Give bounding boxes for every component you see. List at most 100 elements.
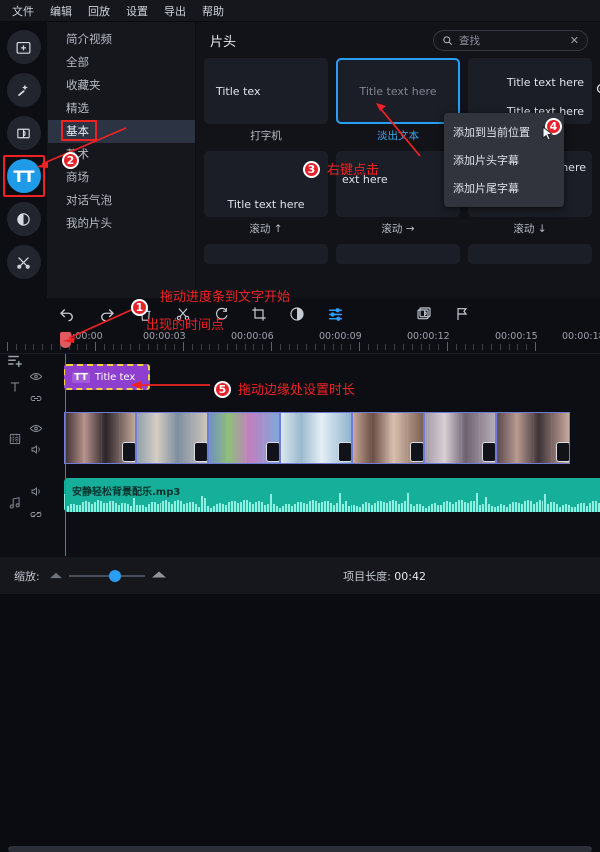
template-card-row3-a[interactable] bbox=[204, 244, 328, 264]
menu-item-edit[interactable]: 编辑 bbox=[50, 3, 72, 19]
video-clip[interactable] bbox=[496, 412, 570, 464]
tools-icon[interactable] bbox=[7, 245, 41, 279]
track-header-text bbox=[0, 366, 58, 407]
speaker-icon[interactable] bbox=[30, 440, 42, 459]
project-duration-label: 项目长度: bbox=[343, 570, 391, 583]
search-icon bbox=[442, 31, 453, 50]
zoom-out-icon[interactable] bbox=[50, 569, 62, 582]
text-track-icon bbox=[0, 380, 30, 394]
category-item-all[interactable]: 全部 bbox=[48, 51, 195, 74]
zoom-track[interactable] bbox=[69, 575, 145, 577]
playhead[interactable] bbox=[65, 354, 66, 556]
category-item-featured[interactable]: 精选 bbox=[48, 97, 195, 120]
context-menu-item-add-opening[interactable]: 添加片头字幕 bbox=[444, 146, 564, 174]
card-preview[interactable] bbox=[204, 244, 328, 264]
unlink-icon[interactable] bbox=[30, 504, 42, 523]
template-card-row3-c[interactable] bbox=[468, 244, 592, 264]
pip-icon[interactable] bbox=[416, 306, 432, 322]
menu-item-playback[interactable]: 回放 bbox=[88, 3, 110, 19]
video-clip[interactable] bbox=[64, 412, 136, 464]
annotation-text-1b: 出现的时间点 bbox=[146, 314, 224, 333]
overlay-icon[interactable] bbox=[7, 202, 41, 236]
transition-marker[interactable] bbox=[338, 442, 352, 462]
card-preview[interactable] bbox=[336, 244, 460, 264]
zoom-label: 缩放: bbox=[14, 568, 40, 584]
zoom-knob[interactable] bbox=[109, 570, 121, 582]
speaker-icon[interactable] bbox=[30, 482, 42, 501]
category-item-bubble[interactable]: 对话气泡 bbox=[48, 189, 195, 212]
eye-icon[interactable] bbox=[30, 366, 42, 385]
annotation-text-3: 右键点击 bbox=[327, 159, 379, 178]
category-item-intro[interactable]: 简介视频 bbox=[48, 28, 195, 51]
menu-item-help[interactable]: 帮助 bbox=[202, 3, 224, 19]
annotation-arrow-3 bbox=[370, 100, 430, 160]
annotation-badge-5: 5 bbox=[214, 381, 231, 398]
card-label: 滚动 ↑ bbox=[204, 221, 328, 236]
transition-marker[interactable] bbox=[122, 442, 136, 462]
annotation-badge-1: 1 bbox=[131, 299, 148, 316]
annotation-badge-2: 2 bbox=[62, 152, 79, 169]
status-bar: 缩放: 项目长度: 00:42 bbox=[0, 556, 600, 594]
template-card-row3-b[interactable] bbox=[336, 244, 460, 264]
card-preview[interactable] bbox=[468, 244, 592, 264]
card-preview[interactable]: Title tex bbox=[204, 58, 328, 124]
music-note-icon bbox=[0, 496, 30, 510]
transition-marker[interactable] bbox=[194, 442, 208, 462]
timeline-scrollbar[interactable] bbox=[8, 846, 592, 852]
mouse-cursor bbox=[542, 126, 554, 146]
eye-icon[interactable] bbox=[30, 418, 42, 437]
menu-item-file[interactable]: 文件 bbox=[12, 3, 34, 19]
card-label: 滚动 ↓ bbox=[468, 221, 592, 236]
track-toggles bbox=[30, 418, 42, 459]
magic-wand-icon[interactable] bbox=[7, 73, 41, 107]
project-duration: 项目长度: 00:42 bbox=[343, 568, 426, 584]
category-item-mine[interactable]: 我的片头 bbox=[48, 212, 195, 235]
video-clip[interactable] bbox=[136, 412, 208, 464]
transition-marker[interactable] bbox=[556, 442, 570, 462]
add-media-icon[interactable] bbox=[7, 30, 41, 64]
template-card-typewriter[interactable]: Title tex 打字机 bbox=[204, 58, 328, 143]
menu-item-export[interactable]: 导出 bbox=[164, 3, 186, 19]
zoom-slider[interactable] bbox=[50, 569, 166, 582]
video-clip[interactable] bbox=[352, 412, 424, 464]
track-header-video bbox=[0, 418, 58, 459]
transition-marker[interactable] bbox=[482, 442, 496, 462]
zoom-in-icon[interactable] bbox=[595, 82, 600, 101]
card-label: 打字机 bbox=[204, 128, 328, 143]
track-toggles bbox=[30, 482, 42, 523]
audio-waveform bbox=[64, 492, 600, 512]
category-item-favorites[interactable]: 收藏夹 bbox=[48, 74, 195, 97]
context-menu-item-add-ending[interactable]: 添加片尾字幕 bbox=[444, 174, 564, 202]
crop-icon[interactable] bbox=[251, 306, 267, 322]
zoom-in-icon[interactable] bbox=[152, 569, 166, 582]
adjust-icon[interactable] bbox=[327, 306, 344, 323]
annotation-badge-3: 3 bbox=[303, 161, 320, 178]
audio-clip[interactable]: 安静轻松背景配乐.mp3 bbox=[64, 478, 600, 512]
video-track-icon bbox=[0, 432, 30, 446]
marker-icon[interactable] bbox=[454, 306, 470, 322]
library-header: 片头 查找 ✕ bbox=[196, 22, 600, 58]
video-clip[interactable] bbox=[424, 412, 496, 464]
transition-marker[interactable] bbox=[266, 442, 280, 462]
card-label: 滚动 → bbox=[336, 221, 460, 236]
transition-marker[interactable] bbox=[410, 442, 424, 462]
title-clip-icon: TT bbox=[72, 372, 90, 383]
track-header-audio bbox=[0, 482, 58, 523]
video-clip[interactable] bbox=[208, 412, 280, 464]
ruler-label: 00:00:15 bbox=[495, 331, 538, 342]
track-toggles bbox=[30, 366, 42, 407]
search-box[interactable]: 查找 ✕ bbox=[433, 30, 588, 51]
menu-item-settings[interactable]: 设置 bbox=[126, 3, 148, 19]
project-duration-value: 00:42 bbox=[394, 570, 426, 583]
link-icon[interactable] bbox=[30, 388, 42, 407]
menubar: 文件 编辑 回放 设置 导出 帮助 bbox=[0, 0, 600, 22]
color-icon[interactable] bbox=[289, 306, 305, 322]
annotation-arrow-5 bbox=[128, 377, 213, 393]
video-editor-window: 文件 编辑 回放 设置 导出 帮助 bbox=[0, 0, 600, 594]
close-icon[interactable]: ✕ bbox=[570, 34, 579, 47]
video-clips[interactable] bbox=[64, 412, 600, 464]
page-title: 片头 bbox=[210, 31, 236, 50]
search-input[interactable]: 查找 bbox=[459, 33, 564, 48]
ruler-label: 00:00:06 bbox=[231, 331, 274, 342]
video-clip[interactable] bbox=[280, 412, 352, 464]
